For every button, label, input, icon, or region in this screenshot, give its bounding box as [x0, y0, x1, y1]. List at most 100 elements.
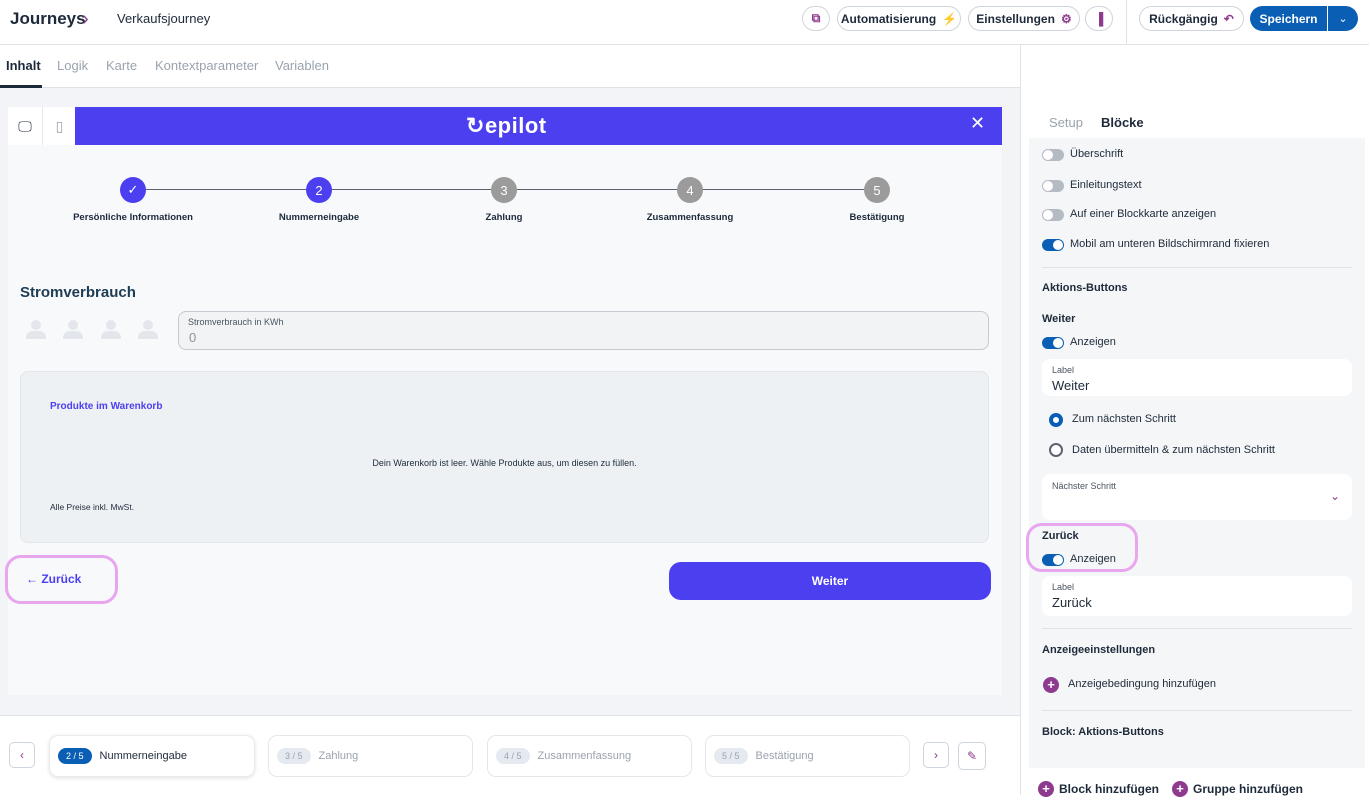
mobile-view-button[interactable]: ▯ — [42, 107, 76, 145]
step-name: Nummerneingabe — [99, 750, 187, 762]
next-step-button[interactable]: › — [923, 742, 949, 768]
field-label: Label — [1052, 582, 1075, 592]
undo-icon: ↶ — [1223, 11, 1234, 26]
price-note: Alle Preise inkl. MwSt. — [50, 502, 135, 512]
toggle-back-show-label: Anzeigen — [1070, 553, 1116, 565]
field-label: Label — [1052, 365, 1075, 375]
automation-label: Automatisierung — [840, 11, 937, 26]
step-5-circle: 5 — [864, 177, 890, 203]
toggle-next-show[interactable] — [1042, 337, 1064, 349]
step-name: Zusammenfassung — [537, 750, 632, 762]
step-badge: 2 / 5 — [58, 748, 92, 764]
field-value: Zurück — [1052, 595, 1092, 610]
stepnav-item-4[interactable]: 4 / 5 Zusammenfassung — [487, 735, 692, 777]
tab-inhalt[interactable]: Inhalt — [6, 58, 41, 73]
tab-kontextparameter[interactable]: Kontextparameter — [155, 58, 258, 73]
step-1-label: Persönliche Informationen — [73, 212, 193, 223]
toggle-block-card-label: Auf einer Blockkarte anzeigen — [1070, 208, 1217, 220]
toggle-block-card[interactable] — [1042, 209, 1064, 221]
step-2-circle: 2 — [306, 177, 332, 203]
chevron-right-icon: › — [934, 748, 938, 762]
analytics-button[interactable]: ▐ — [1085, 6, 1113, 31]
radio-submit-next[interactable] — [1049, 443, 1063, 457]
tab-blocks[interactable]: Blöcke — [1101, 115, 1144, 130]
pencil-icon: ✎ — [966, 749, 978, 763]
household-1-person-icon[interactable] — [25, 320, 47, 340]
toggle-next-show-label: Anzeigen — [1070, 336, 1116, 348]
tab-logik[interactable]: Logik — [57, 58, 88, 73]
add-block-button[interactable]: Block hinzufügen — [1059, 782, 1159, 796]
consumption-input-value: 0 — [189, 330, 197, 345]
action-buttons-heading: Aktions-Buttons — [1042, 282, 1128, 294]
chevron-down-icon: ⌄ — [1338, 13, 1348, 25]
tab-setup[interactable]: Setup — [1049, 115, 1083, 130]
epilot-logo: ↻epilot — [466, 113, 547, 138]
step-badge: 3 / 5 — [277, 748, 311, 764]
external-link-icon: ⧉ — [811, 11, 821, 25]
settings-button[interactable]: Einstellungen ⚙ — [968, 6, 1080, 31]
stepnav-item-3[interactable]: 3 / 5 Zahlung — [268, 735, 473, 777]
toggle-mobile-sticky-label: Mobil am unteren Bildschirmrand fixieren — [1070, 238, 1270, 250]
undo-button[interactable]: Rückgängig ↶ — [1139, 6, 1244, 31]
step-1-circle: ✓ — [120, 177, 146, 203]
step-4-circle: 4 — [677, 177, 703, 203]
monitor-icon: 🖵 — [18, 117, 32, 134]
consumption-input-label: Stromverbrauch in KWh — [188, 317, 284, 327]
edit-step-button[interactable]: ✎ — [958, 742, 986, 770]
breadcrumb-root[interactable]: Journeys — [10, 9, 86, 29]
household-4-person-icon[interactable] — [137, 320, 159, 340]
bar-chart-icon: ▐ — [1094, 11, 1104, 26]
step-badge: 5 / 5 — [714, 748, 748, 764]
back-heading: Zurück — [1042, 530, 1079, 542]
add-group-button[interactable]: Gruppe hinzufügen — [1193, 782, 1303, 796]
block-heading: Block: Aktions-Buttons — [1042, 726, 1164, 738]
display-settings-heading: Anzeigeeinstellungen — [1042, 644, 1156, 656]
close-icon[interactable]: ✕ — [970, 113, 985, 134]
settings-label: Einstellungen — [976, 11, 1055, 26]
next-step-select[interactable]: Nächster Schritt ⌄ — [1042, 474, 1352, 520]
household-3-person-icon[interactable] — [100, 320, 122, 340]
toggle-heading[interactable] — [1042, 149, 1064, 161]
device-switcher: 🖵 ▯ — [8, 107, 76, 145]
logo-text: epilot — [484, 113, 547, 138]
field-value: Weiter — [1052, 378, 1090, 393]
divider — [1042, 267, 1352, 268]
step-5-label: Bestätigung — [849, 212, 905, 223]
divider — [1042, 710, 1352, 711]
toggle-intro[interactable] — [1042, 180, 1064, 192]
step-connector — [146, 189, 306, 190]
tab-karte[interactable]: Karte — [106, 58, 137, 73]
save-button[interactable]: Speichern — [1250, 6, 1327, 31]
tab-variablen[interactable]: Variablen — [275, 58, 329, 73]
prev-step-button[interactable]: ‹ — [9, 742, 35, 768]
arrow-left-icon: ← — [26, 572, 38, 586]
next-button[interactable]: Weiter — [669, 562, 991, 600]
household-2-person-icon[interactable] — [62, 320, 84, 340]
save-dropdown-button[interactable]: ⌄ — [1328, 6, 1358, 31]
back-label-input[interactable]: Label Zurück — [1042, 576, 1352, 616]
step-badge: 4 / 5 — [496, 748, 530, 764]
open-preview-button[interactable]: ⧉ — [802, 6, 830, 31]
smartphone-icon: ▯ — [55, 117, 64, 134]
next-label-input[interactable]: Label Weiter — [1042, 359, 1352, 396]
chevron-right-icon: › — [82, 8, 89, 30]
stepnav-item-5[interactable]: 5 / 5 Bestätigung — [705, 735, 910, 777]
undo-label: Rückgängig — [1149, 11, 1218, 26]
toggle-back-show[interactable] — [1042, 554, 1064, 566]
stepnav-item-2[interactable]: 2 / 5 Nummerneingabe — [49, 735, 255, 777]
radio-next-step[interactable] — [1049, 413, 1063, 427]
step-3-circle: 3 — [491, 177, 517, 203]
back-button[interactable]: ← Zurück — [26, 572, 81, 586]
toggle-mobile-sticky[interactable] — [1042, 239, 1064, 251]
lightning-icon: ⚡ — [942, 11, 958, 26]
step-connector — [332, 189, 491, 190]
add-condition-link[interactable]: Anzeigebedingung hinzufügen — [1068, 678, 1216, 690]
plus-icon[interactable]: + — [1043, 677, 1059, 693]
next-heading: Weiter — [1042, 313, 1076, 325]
consumption-input[interactable]: Stromverbrauch in KWh 0 — [178, 311, 989, 350]
step-2-label: Nummerneingabe — [278, 212, 360, 223]
radio-next-step-label: Zum nächsten Schritt — [1072, 413, 1176, 425]
chevron-left-icon: ‹ — [20, 748, 24, 762]
automation-button[interactable]: Automatisierung ⚡ — [837, 6, 961, 31]
desktop-view-button[interactable]: 🖵 — [8, 107, 42, 145]
